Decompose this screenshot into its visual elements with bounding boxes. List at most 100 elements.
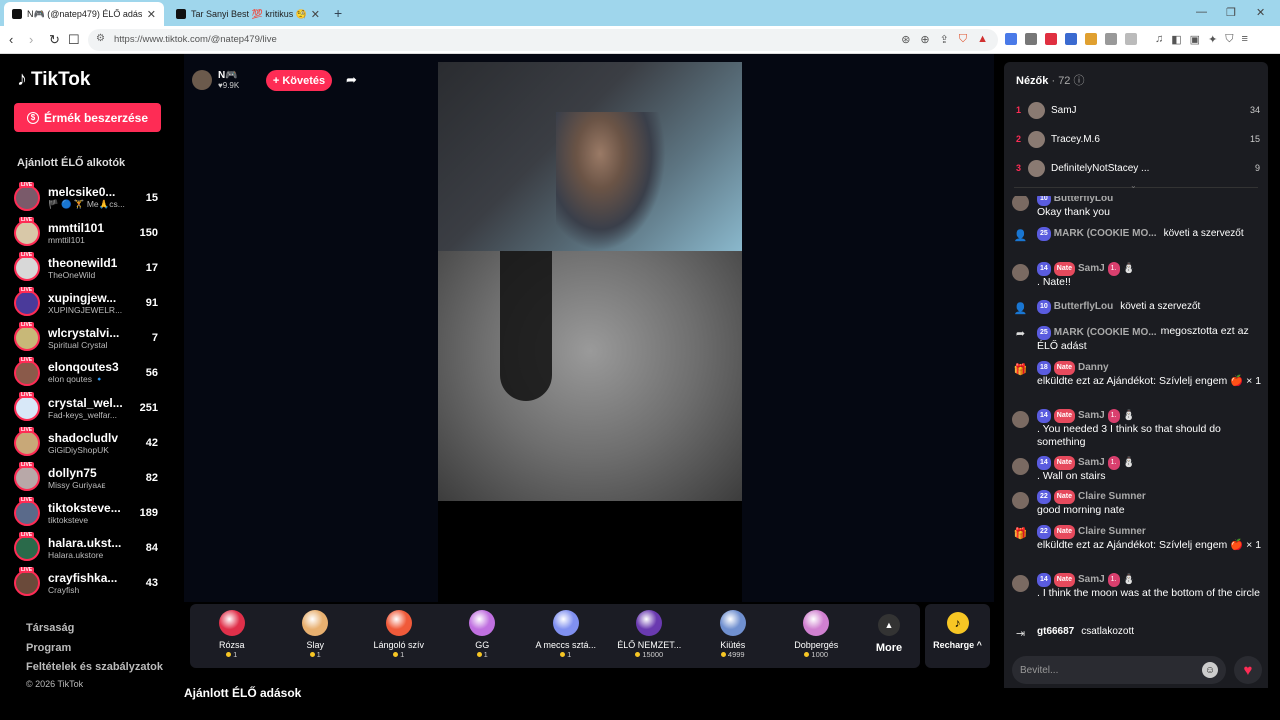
creator-item[interactable]: LIVE dollyn75 Missy Guriyaᴀᴇ 82 [14,460,164,495]
creator-item[interactable]: LIVE melcsike0... 🏴 🔵 🏋️ Me🙏cs... 15 [14,180,164,215]
chat-username[interactable]: SamJ [1078,573,1105,587]
chat-message[interactable]: 👤 10 ButterflyLou követi a szervezőt [1012,300,1262,319]
tiktok-logo[interactable]: ♪ TikTok [17,68,90,91]
footer-link-program[interactable]: Program [26,642,163,662]
creator-avatar[interactable]: LIVE [14,461,40,491]
sidebar-icon[interactable]: ◧ [1171,33,1181,46]
creator-avatar[interactable]: LIVE [14,426,40,456]
like-heart-button[interactable]: ♥ [1234,656,1262,684]
chat-message[interactable]: 14 Nate SamJ 1. ⛄. I think the moon was at t… [1012,573,1262,600]
chat-message[interactable]: 14 Nate SamJ 1. ⛄ . Wall on stairs [1012,456,1262,483]
viewer-avatar[interactable] [1028,159,1045,177]
chat-username[interactable]: gt66687 [1037,625,1074,639]
webcam-video[interactable] [438,62,742,251]
follow-button[interactable]: + Követés [266,70,332,91]
creator-avatar[interactable]: LIVE [14,356,40,386]
creator-item[interactable]: LIVE xupingjew... XUPINGJEWELR... 91 [14,285,164,320]
media-icon[interactable]: ♫ [1155,33,1163,46]
bookmark-icon[interactable]: ☐ [68,32,80,48]
url-field[interactable]: ⚙ https://www.tiktok.com/@natep479/live … [88,29,998,51]
viewer-avatar[interactable] [1028,130,1045,148]
creator-item[interactable]: LIVE theonewild1 TheOneWild 17 [14,250,164,285]
gift-item[interactable]: A meccs sztá... 1 [524,604,608,668]
chat-message[interactable]: 22 Nate Claire Sumner good morning nate [1012,490,1262,517]
chat-username[interactable]: ButterflyLou [1054,196,1113,206]
streamer-info[interactable]: N🎮 ♥9.9K [192,70,239,90]
creator-avatar[interactable]: LIVE [14,181,40,211]
vpn-icon[interactable]: ⛉ [1225,33,1233,46]
back-icon[interactable]: ‹ [9,32,13,47]
creator-avatar[interactable]: LIVE [14,391,40,421]
more-gifts-button[interactable]: ▲ More [858,604,920,668]
minimize-icon[interactable]: — [1196,6,1207,18]
creator-item[interactable]: LIVE shadocludlv GiGiDiyShopUK 42 [14,425,164,460]
reload-icon[interactable]: ↻ [49,32,60,48]
creator-avatar[interactable]: LIVE [14,286,40,316]
browser-tab-active[interactable]: N🎮 (@natep479) ÉLŐ adás ✕ [4,2,164,26]
footer-link-company[interactable]: Társaság [26,622,163,642]
extension-icon[interactable] [1085,33,1097,45]
top-viewer-row[interactable]: 2 Tracey.M.6 15 [1016,130,1260,148]
chat-message[interactable]: 14 Nate SamJ 1. ⛄. You needed 3 I think so t… [1012,409,1262,450]
chat-user-avatar[interactable] [1012,492,1029,509]
wallet-icon[interactable]: ▣ [1190,33,1200,46]
chat-user-avatar[interactable] [1012,458,1029,475]
chat-username[interactable]: SamJ [1078,409,1105,423]
emoji-icon[interactable]: ☺ [1202,662,1218,678]
gift-item[interactable]: Dobpergés 1000 [775,604,859,668]
chat-message[interactable]: 🎁 22 Nate Claire Sumner elküldte ezt az Aján… [1012,525,1262,552]
footer-link-terms[interactable]: Feltételek és szabályzatok [26,661,163,681]
chat-username[interactable]: MARK (COOKIE MO... [1054,326,1157,340]
get-coins-button[interactable]: $ Érmék beszerzése [14,103,161,132]
chat-username[interactable]: Danny [1078,361,1109,375]
site-info-icon[interactable]: ⚙ [96,33,105,44]
chat-message[interactable]: 👤 25 MARK (COOKIE MO... követi a szervezőt [1012,227,1262,246]
chat-message[interactable]: 🎁 18 Nate Danny elküldte ezt az Ajándékot: S… [1012,361,1262,388]
close-window-icon[interactable]: ✕ [1256,6,1265,19]
close-tab-icon[interactable]: ✕ [147,8,156,21]
chat-username[interactable]: SamJ [1078,456,1105,470]
chat-username[interactable]: SamJ [1078,262,1105,276]
chat-username[interactable]: MARK (COOKIE MO... [1054,227,1157,241]
top-viewer-row[interactable]: 3 DefinitelyNotStacey ... 9 [1016,159,1260,177]
chevron-down-icon[interactable]: ⌄ [1130,181,1137,190]
menu-icon[interactable]: ≡ [1242,33,1248,46]
chat-input[interactable]: Bevitel... ☺ [1012,656,1226,684]
extension-icon[interactable] [1045,33,1057,45]
chat-message[interactable]: ⇥ gt66687 csatlakozott [1012,625,1262,642]
share-icon[interactable]: ➦ [346,72,357,88]
creator-item[interactable]: LIVE wlcrystalvi... Spiritual Crystal 7 [14,320,164,355]
info-icon[interactable]: ⓘ [1074,75,1085,87]
creator-avatar[interactable]: LIVE [14,216,40,246]
creator-avatar[interactable]: LIVE [14,566,40,596]
recharge-button[interactable]: ♪ Recharge ^ [925,604,990,668]
gift-item[interactable]: Rózsa 1 [190,604,274,668]
extension-icon[interactable] [1105,33,1117,45]
creator-item[interactable]: LIVE crystal_wel... Fad-keys_welfar... 251 [14,390,164,425]
chat-username[interactable]: Claire Sumner [1078,490,1146,504]
brave-shield-icon[interactable]: ⛉ [959,33,967,46]
creator-item[interactable]: LIVE crayfishka... Crayfish 43 [14,565,164,600]
translate-extension-icon[interactable] [1005,33,1017,45]
extension-icon[interactable] [1025,33,1037,45]
chat-message[interactable]: ➦ 25 MARK (COOKIE MO... megosztotta ezt az … [1012,325,1262,353]
rewards-icon[interactable]: ▲ [977,33,988,46]
creator-item[interactable]: LIVE elonqoutes3 elon qoutes 🔹 56 [14,355,164,390]
chat-message[interactable]: 10 ButterflyLou Okay thank you [1012,196,1262,219]
viewer-avatar[interactable] [1028,101,1045,119]
gift-item[interactable]: ÉLŐ NEMZET... 15000 [608,604,692,668]
cast-icon[interactable]: ⊛ [901,33,910,46]
forward-icon[interactable]: › [29,32,33,47]
chat-user-avatar[interactable] [1012,196,1029,211]
extension-icon[interactable] [1125,33,1137,45]
creator-avatar[interactable]: LIVE [14,531,40,561]
chat-message[interactable]: 14 Nate SamJ 1. ⛄ . Nate!! [1012,262,1262,289]
creator-item[interactable]: LIVE mmttil101 mmttil101 150 [14,215,164,250]
creator-avatar[interactable]: LIVE [14,496,40,526]
gift-item[interactable]: Kiütés 4999 [691,604,775,668]
creator-item[interactable]: LIVE halara.ukst... Halara.ukstore 84 [14,530,164,565]
zoom-icon[interactable]: ⊕ [920,33,929,46]
chat-username[interactable]: ButterflyLou [1054,300,1113,314]
new-tab-icon[interactable]: + [334,5,342,21]
gift-item[interactable]: Slay 1 [274,604,358,668]
